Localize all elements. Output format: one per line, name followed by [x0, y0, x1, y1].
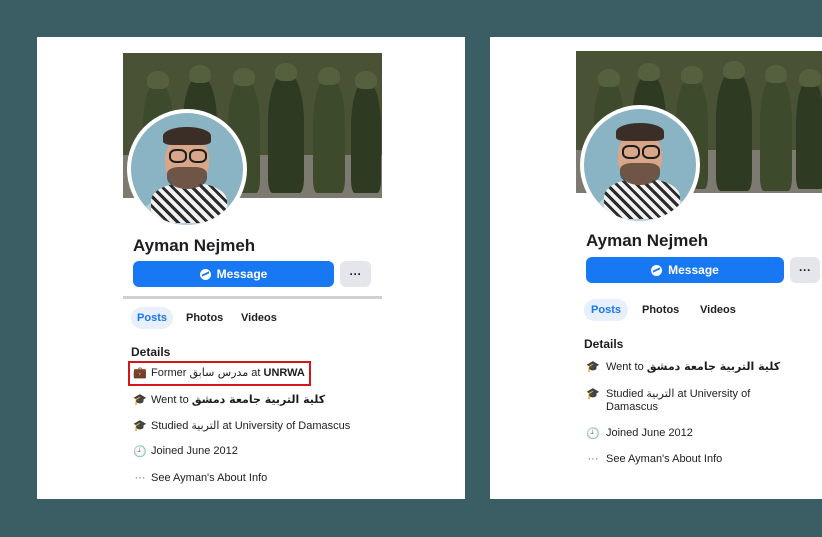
soldier-helmet: [723, 61, 745, 79]
avatar[interactable]: [131, 113, 243, 225]
message-button[interactable]: Message: [586, 257, 784, 283]
soldier-figure: [351, 83, 381, 193]
avatar-beard: [620, 163, 660, 185]
soldier-helmet: [189, 65, 211, 83]
soldier-helmet: [318, 67, 340, 85]
avatar[interactable]: [584, 109, 696, 221]
detail-joined: 🕘 Joined June 2012: [133, 445, 238, 458]
more-options-button[interactable]: ···: [340, 261, 371, 287]
went-to-prefix: Went to: [606, 361, 647, 373]
went-to-school[interactable]: كلية التربية جامعة دمشق: [192, 393, 325, 406]
graduation-cap-icon: 🎓: [133, 420, 147, 432]
detail-joined: 🕘 Joined June 2012: [586, 427, 693, 440]
message-button-label: Message: [668, 263, 719, 277]
detail-about[interactable]: ··· See Ayman's About Info: [133, 472, 268, 485]
graduation-cap-icon: 🎓: [586, 388, 600, 400]
work-prefix: Former: [151, 367, 190, 379]
studied-suffix[interactable]: at University of: [674, 388, 751, 400]
joined-text: Joined June 2012: [151, 445, 238, 457]
detail-went-to: 🎓 Went to كلية التربية جامعة دمشق: [586, 360, 780, 374]
studied-suffix[interactable]: at University of Damascus: [219, 420, 351, 432]
clock-icon: 🕘: [133, 446, 147, 458]
work-employer: UNRWA: [263, 367, 305, 379]
studied-prefix: Studied: [606, 388, 647, 400]
detail-studied: 🎓 Studied التربية at University of Damas…: [586, 387, 791, 414]
work-role: مدرس سابق: [189, 366, 249, 379]
more-dots-icon: ···: [587, 453, 599, 465]
briefcase-icon: 💼: [133, 367, 147, 379]
graduation-cap-icon: 🎓: [133, 394, 147, 406]
clock-icon: 🕘: [586, 428, 600, 440]
profile-name: Ayman Nejmeh: [133, 236, 256, 255]
messenger-icon: [651, 264, 663, 276]
soldier-figure: [716, 73, 752, 191]
avatar-glasses-right: [642, 145, 660, 159]
message-button-label: Message: [216, 267, 268, 281]
soldier-figure: [796, 81, 822, 189]
detail-went-to: 🎓 Went to كلية التربية جامعة دمشق: [133, 393, 325, 407]
detail-work: 💼 Former مدرس سابق at UNRWA: [133, 366, 305, 380]
tab-posts[interactable]: Posts: [584, 299, 628, 321]
soldier-helmet: [275, 63, 297, 81]
about-link[interactable]: See Ayman's About Info: [606, 453, 722, 466]
tab-videos[interactable]: Videos: [700, 299, 736, 321]
avatar-glasses-right: [189, 149, 207, 163]
soldier-helmet: [765, 65, 787, 83]
studied-field: التربية: [191, 419, 220, 432]
soldier-helmet: [598, 69, 620, 87]
avatar-glasses-left: [169, 149, 187, 163]
went-to-school[interactable]: كلية التربية جامعة دمشق: [647, 360, 780, 373]
tab-photos[interactable]: Photos: [186, 307, 223, 329]
joined-text: Joined June 2012: [606, 427, 693, 439]
studied-field: التربية: [646, 387, 675, 400]
soldier-helmet: [638, 63, 660, 81]
soldier-figure: [268, 75, 304, 193]
avatar-hair: [163, 127, 211, 145]
avatar-beard: [167, 167, 207, 189]
avatar-scarf: [151, 183, 227, 223]
studied-suffix-line2[interactable]: Damascus: [606, 401, 658, 413]
messenger-icon: [199, 268, 211, 280]
soldier-helmet: [799, 69, 821, 87]
tab-posts[interactable]: Posts: [131, 307, 173, 329]
detail-about[interactable]: ··· See Ayman's About Info: [586, 453, 723, 466]
soldier-helmet: [147, 71, 169, 89]
section-divider: [123, 296, 382, 299]
soldier-helmet: [233, 68, 255, 86]
soldier-figure: [313, 79, 345, 193]
went-to-prefix: Went to: [151, 394, 192, 406]
about-link[interactable]: See Ayman's About Info: [151, 472, 267, 485]
soldier-helmet: [681, 66, 703, 84]
profile-name: Ayman Nejmeh: [586, 231, 709, 250]
tab-photos[interactable]: Photos: [642, 299, 679, 321]
tab-videos[interactable]: Videos: [241, 307, 277, 329]
avatar-glasses-left: [622, 145, 640, 159]
avatar-hair: [616, 123, 664, 141]
left-profile-screenshot: Ayman Nejmeh Message ··· Posts Photos Vi…: [37, 37, 465, 499]
graduation-cap-icon: 🎓: [586, 361, 600, 373]
avatar-scarf: [604, 179, 680, 219]
detail-studied: 🎓 Studied التربية at University of Damas…: [133, 419, 350, 433]
message-button[interactable]: Message: [133, 261, 334, 287]
more-dots-icon: ···: [134, 472, 146, 484]
right-profile-screenshot: Ayman Nejmeh Message ··· Posts Photos Vi…: [490, 37, 822, 499]
more-options-button[interactable]: ···: [790, 257, 820, 283]
soldier-figure: [760, 77, 792, 191]
work-middle: at: [248, 367, 264, 379]
soldier-helmet: [355, 71, 377, 89]
details-heading: Details: [131, 345, 171, 359]
details-heading: Details: [584, 337, 624, 351]
studied-prefix: Studied: [151, 420, 192, 432]
